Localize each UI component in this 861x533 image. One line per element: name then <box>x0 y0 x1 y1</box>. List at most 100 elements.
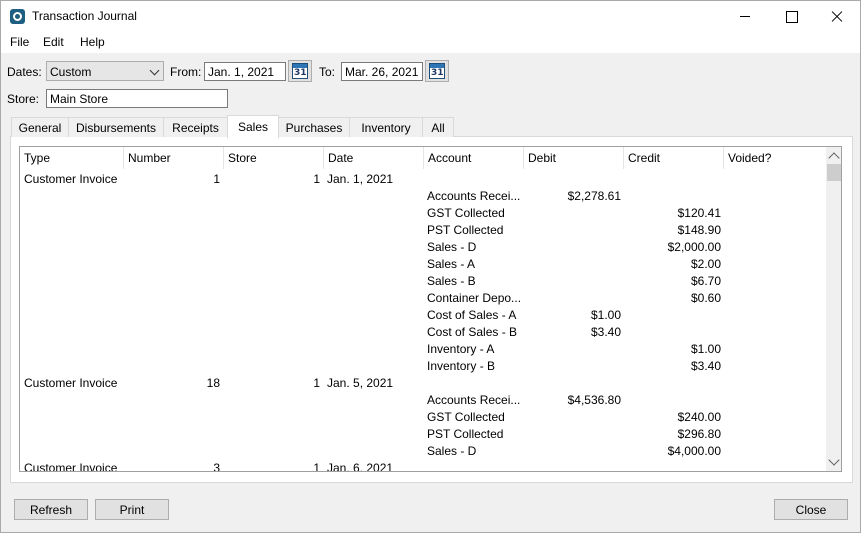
menu-help[interactable]: Help <box>80 35 105 49</box>
title-bar: Transaction Journal <box>1 1 860 32</box>
cell-number: 3 <box>213 461 220 472</box>
maximize-button[interactable] <box>768 1 814 32</box>
cell-credit: $3.40 <box>690 359 721 373</box>
menu-bar: File Edit Help <box>1 32 860 53</box>
cell-account: PST Collected <box>427 427 504 441</box>
tab-receipts[interactable]: Receipts <box>163 117 228 137</box>
table-row[interactable]: Accounts Recei... $2,278.61 <box>20 187 826 204</box>
column-header-store[interactable]: Store <box>224 147 324 169</box>
table-row[interactable]: Container Depo... $0.60 <box>20 289 826 306</box>
from-label: From: <box>170 65 202 79</box>
tab-sales[interactable]: Sales <box>227 115 279 138</box>
cell-credit: $6.70 <box>690 274 721 288</box>
cell-account: Sales - D <box>427 444 477 458</box>
table-row[interactable]: Accounts Recei... $4,536.80 <box>20 391 826 408</box>
cell-credit: $148.90 <box>677 223 721 237</box>
cell-credit: $240.00 <box>677 410 721 424</box>
cell-account: Inventory - B <box>427 359 496 373</box>
calendar-icon: 31 <box>292 63 308 79</box>
cell-account: Container Depo... <box>427 291 522 305</box>
cell-credit: $4,000.00 <box>667 444 721 458</box>
cell-date: Jan. 5, 2021 <box>327 376 394 390</box>
window-title: Transaction Journal <box>32 9 137 23</box>
table-row[interactable]: Sales - D $4,000.00 <box>20 442 826 459</box>
cell-date: Jan. 6, 2021 <box>327 461 394 472</box>
cell-store: 1 <box>313 172 320 186</box>
table-row[interactable]: PST Collected $296.80 <box>20 425 826 442</box>
cell-debit: $4,536.80 <box>567 393 621 407</box>
table-row[interactable]: GST Collected $120.41 <box>20 204 826 221</box>
tab-all[interactable]: All <box>422 117 454 137</box>
table-row[interactable]: Inventory - A $1.00 <box>20 340 826 357</box>
table-row[interactable]: Customer Invoice 18 1 Jan. 5, 2021 <box>20 374 826 391</box>
column-header-account[interactable]: Account <box>424 147 524 169</box>
tab-disbursements[interactable]: Disbursements <box>68 117 164 137</box>
cell-account: GST Collected <box>427 206 505 220</box>
column-header-date[interactable]: Date <box>324 147 424 169</box>
chevron-down-icon <box>149 65 160 76</box>
window-close-button[interactable] <box>814 1 860 32</box>
table-row[interactable]: Cost of Sales - A $1.00 <box>20 306 826 323</box>
column-header-credit[interactable]: Credit <box>624 147 724 169</box>
cell-type: Customer Invoice <box>24 172 118 186</box>
vertical-scrollbar[interactable] <box>826 147 841 471</box>
cell-credit: $2.00 <box>690 257 721 271</box>
table-row[interactable]: Inventory - B $3.40 <box>20 357 826 374</box>
cell-account: PST Collected <box>427 223 504 237</box>
cell-credit: $1.00 <box>690 342 721 356</box>
transactions-table[interactable]: Type Number Store Date Account Debit Cre… <box>19 146 842 472</box>
dates-select[interactable]: Custom <box>46 61 164 81</box>
table-row[interactable]: PST Collected $148.90 <box>20 221 826 238</box>
cell-store: 1 <box>313 376 320 390</box>
table-row[interactable]: Sales - B $6.70 <box>20 272 826 289</box>
table-row[interactable]: Sales - A $2.00 <box>20 255 826 272</box>
cell-account: Accounts Recei... <box>427 189 521 203</box>
cell-credit: $2,000.00 <box>667 240 721 254</box>
from-calendar-button[interactable]: 31 <box>288 60 312 82</box>
menu-edit[interactable]: Edit <box>43 35 64 49</box>
cell-credit: $296.80 <box>677 427 721 441</box>
column-header-number[interactable]: Number <box>124 147 224 169</box>
cell-account: Sales - D <box>427 240 477 254</box>
scroll-thumb[interactable] <box>827 164 841 181</box>
minimize-button[interactable] <box>722 1 768 32</box>
tab-inventory[interactable]: Inventory <box>349 117 423 137</box>
table-row[interactable]: Customer Invoice 1 1 Jan. 1, 2021 <box>20 170 826 187</box>
close-button[interactable]: Close <box>774 499 848 520</box>
tab-purchases[interactable]: Purchases <box>278 117 350 137</box>
to-label: To: <box>319 65 336 79</box>
cell-credit: $0.60 <box>690 291 721 305</box>
cell-debit: $2,278.61 <box>567 189 621 203</box>
table-row[interactable]: GST Collected $240.00 <box>20 408 826 425</box>
cell-number: 18 <box>206 376 220 390</box>
print-button[interactable]: Print <box>95 499 169 520</box>
cell-type: Customer Invoice <box>24 376 118 390</box>
column-header-type[interactable]: Type <box>20 147 124 169</box>
to-date-field[interactable]: Mar. 26, 2021 <box>341 62 423 81</box>
cell-store: 1 <box>313 461 320 472</box>
store-field[interactable]: Main Store <box>46 89 228 108</box>
column-header-debit[interactable]: Debit <box>524 147 624 169</box>
cell-account: GST Collected <box>427 410 505 424</box>
calendar-icon: 31 <box>429 63 445 79</box>
column-header-voided[interactable]: Voided? <box>724 147 826 169</box>
cell-date: Jan. 1, 2021 <box>327 172 394 186</box>
cell-debit: $1.00 <box>590 308 621 322</box>
dates-label: Dates: <box>7 65 42 79</box>
refresh-button[interactable]: Refresh <box>14 499 88 520</box>
scroll-up-icon[interactable] <box>828 152 840 164</box>
scroll-down-icon[interactable] <box>828 454 840 466</box>
app-logo-icon <box>10 9 25 24</box>
cell-number: 1 <box>213 172 220 186</box>
table-row[interactable]: Customer Invoice 3 1 Jan. 6, 2021 <box>20 459 826 472</box>
cell-account: Sales - A <box>427 257 476 271</box>
to-calendar-button[interactable]: 31 <box>425 60 449 82</box>
table-row[interactable]: Sales - D $2,000.00 <box>20 238 826 255</box>
store-label: Store: <box>7 92 40 106</box>
transaction-journal-window: Transaction Journal File Edit Help Dates… <box>0 0 861 533</box>
cell-account: Accounts Recei... <box>427 393 521 407</box>
from-date-field[interactable]: Jan. 1, 2021 <box>204 62 286 81</box>
tab-general[interactable]: General <box>11 117 69 137</box>
table-row[interactable]: Cost of Sales - B $3.40 <box>20 323 826 340</box>
menu-file[interactable]: File <box>10 35 29 49</box>
